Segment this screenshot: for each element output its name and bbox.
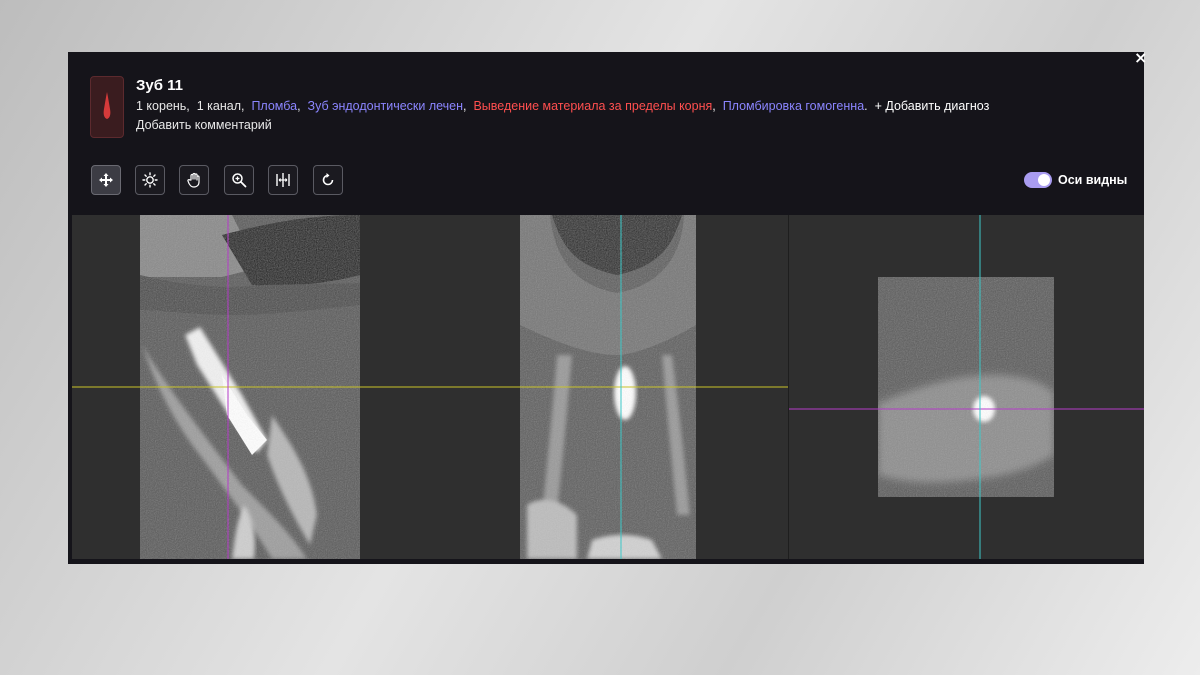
- viewer-bottom-edge: [68, 559, 1144, 564]
- diagnosis-tag[interactable]: Пломба: [251, 99, 297, 113]
- tooth-detail-window: Зуб 11 1 корень, 1 канал, Пломба, Зуб эн…: [68, 52, 1144, 564]
- toggle-knob: [1038, 174, 1050, 186]
- pan-tool-button[interactable]: [179, 165, 209, 195]
- diagnosis-tag[interactable]: Зуб эндодонтически лечен: [308, 99, 464, 113]
- diagnosis-line: 1 корень, 1 канал, Пломба, Зуб эндодонти…: [136, 99, 990, 113]
- measure-tool-button[interactable]: [268, 165, 298, 195]
- axial-slice: [878, 277, 1054, 497]
- ct-slices: [72, 215, 1144, 559]
- tooth-thumbnail: [90, 76, 124, 138]
- sun-icon: [142, 172, 158, 188]
- move-icon: [99, 173, 113, 187]
- panel-divider: [788, 215, 789, 559]
- zoom-tool-button[interactable]: [224, 165, 254, 195]
- reset-tool-button[interactable]: [313, 165, 343, 195]
- rotate-icon: [322, 173, 334, 186]
- diagnosis-tag[interactable]: Выведение материала за пределы корня: [473, 99, 712, 113]
- move-tool-button[interactable]: [91, 165, 121, 195]
- brightness-tool-button[interactable]: [135, 165, 165, 195]
- close-button[interactable]: ×: [1134, 50, 1147, 66]
- axes-visibility-toggle[interactable]: [1024, 172, 1052, 188]
- ct-viewer[interactable]: [72, 215, 1144, 559]
- zoom-in-icon: [232, 173, 247, 188]
- canals-count: 1 канал,: [196, 99, 245, 113]
- tooth-icon: [103, 92, 111, 119]
- axes-visibility-label: Оси видны: [1058, 173, 1128, 187]
- add-comment-button[interactable]: Добавить комментарий: [136, 118, 272, 132]
- tooth-title: Зуб 11: [136, 77, 184, 94]
- ruler-icon: [276, 173, 290, 187]
- add-diagnosis-button[interactable]: + Добавить диагноз: [875, 99, 990, 113]
- roots-count: 1 корень,: [136, 99, 190, 113]
- diagnosis-tag[interactable]: Пломбировка гомогенна: [723, 99, 864, 113]
- hand-icon: [187, 172, 200, 188]
